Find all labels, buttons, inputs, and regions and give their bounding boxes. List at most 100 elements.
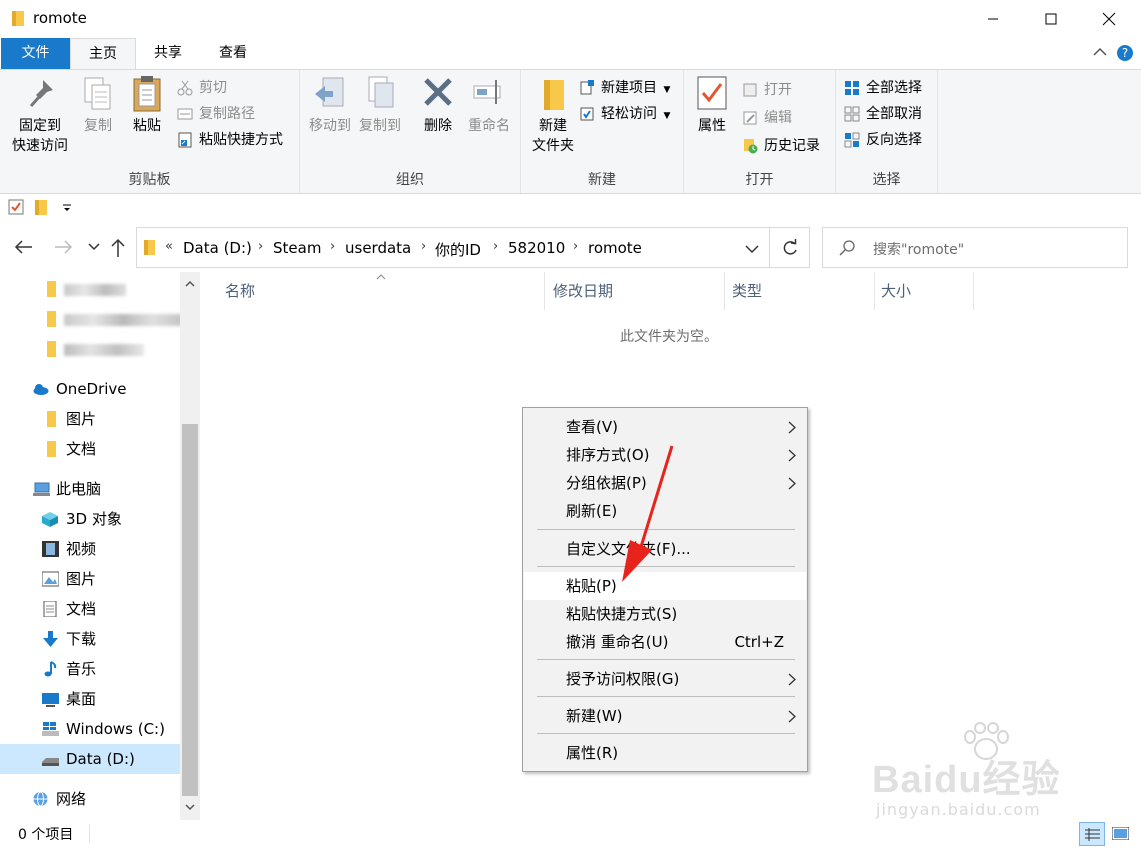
search-box[interactable]: 搜索"romote" — [822, 227, 1128, 268]
properties-button[interactable]: 属性 — [692, 74, 732, 136]
address-history-chevron-icon[interactable] — [745, 245, 759, 254]
details-view-button[interactable] — [1079, 822, 1105, 846]
breadcrumb-separator[interactable]: › — [330, 239, 335, 254]
sidebar-item-desktop[interactable]: 桌面 — [0, 684, 180, 714]
breadcrumb-userdata[interactable]: userdata — [345, 239, 411, 257]
breadcrumb-separator[interactable]: › — [493, 239, 498, 254]
paste-shortcut-button[interactable]: 粘贴快捷方式 — [177, 128, 283, 152]
minimize-button[interactable] — [970, 0, 1016, 38]
column-header-type[interactable]: 类型 — [719, 272, 875, 310]
sidebar-item-od-pictures[interactable]: 图片 — [0, 404, 180, 434]
history-button[interactable]: 历史记录 — [742, 134, 820, 158]
tab-share[interactable]: 共享 — [140, 38, 196, 69]
move-to-button[interactable]: 移动到 — [306, 74, 354, 136]
quick-access-item[interactable] — [0, 274, 180, 304]
sidebar-item-pictures[interactable]: 图片 — [0, 564, 180, 594]
sidebar-item-documents[interactable]: 文档 — [0, 594, 180, 624]
back-arrow-icon[interactable] — [14, 239, 34, 255]
sidebar-scrollbar[interactable] — [180, 272, 200, 820]
menu-item-new[interactable]: 新建(W) — [524, 702, 806, 730]
invert-selection-label: 反向选择 — [866, 132, 922, 148]
sidebar-item-od-documents[interactable]: 文档 — [0, 434, 180, 464]
collapse-ribbon-icon[interactable] — [1093, 47, 1107, 57]
breadcrumb-separator[interactable]: › — [258, 239, 263, 254]
sidebar-item-3d-objects[interactable]: 3D 对象 — [0, 504, 180, 534]
menu-item-view[interactable]: 查看(V) — [524, 413, 806, 441]
menu-separator — [537, 659, 795, 660]
breadcrumb-582010[interactable]: 582010 — [508, 239, 565, 257]
breadcrumb-separator[interactable]: › — [573, 239, 578, 254]
paste-shortcut-label: 粘贴快捷方式 — [199, 132, 283, 148]
copy-path-button[interactable]: 复制路径 — [177, 102, 255, 126]
delete-button[interactable]: 删除 — [418, 74, 458, 136]
pin-icon — [29, 80, 53, 107]
help-icon[interactable]: ? — [1116, 44, 1134, 62]
pin-quick-access-button[interactable]: 固定到 快速访问 — [8, 74, 72, 156]
blurred-label — [64, 314, 182, 326]
properties-qat-icon[interactable] — [8, 199, 24, 215]
breadcrumb-steam[interactable]: Steam — [273, 239, 321, 257]
select-all-button[interactable]: 全部选择 — [844, 76, 922, 100]
large-icons-view-icon — [1112, 827, 1129, 840]
select-group-label: 选择 — [872, 172, 901, 188]
scrollbar-thumb[interactable] — [182, 424, 198, 796]
copy-button[interactable]: 复制 — [78, 74, 118, 136]
sidebar-item-drive-d[interactable]: Data (D:) — [0, 744, 180, 774]
breadcrumb-romote[interactable]: romote — [588, 239, 642, 257]
new-folder-qat-icon[interactable] — [34, 199, 48, 216]
sidebar-item-this-pc[interactable]: 此电脑 — [0, 474, 180, 504]
invert-selection-button[interactable]: 反向选择 — [844, 128, 922, 152]
menu-item-properties[interactable]: 属性(R) — [524, 739, 806, 767]
sidebar-item-label: 下载 — [66, 630, 97, 648]
refresh-button[interactable] — [770, 227, 810, 268]
menu-item-undo-rename[interactable]: 撤消 重命名(U) Ctrl+Z — [524, 628, 806, 656]
tab-view[interactable]: 查看 — [205, 38, 261, 69]
sidebar-item-videos[interactable]: 视频 — [0, 534, 180, 564]
copy-to-button[interactable]: 复制到 — [356, 74, 404, 136]
cut-button[interactable]: 剪切 — [177, 76, 227, 100]
column-header-size[interactable]: 大小 — [868, 272, 974, 310]
rename-button[interactable]: 重命名 — [462, 74, 516, 136]
edit-button[interactable]: 编辑 — [742, 106, 792, 130]
maximize-button[interactable] — [1028, 0, 1074, 38]
close-button[interactable] — [1086, 0, 1132, 38]
sidebar-item-label: 图片 — [66, 410, 97, 428]
recent-locations-chevron-icon[interactable] — [88, 243, 100, 251]
scroll-up-icon[interactable] — [185, 280, 195, 287]
breadcrumb-your-id[interactable]: 你的ID — [435, 239, 481, 260]
sidebar-item-downloads[interactable]: 下载 — [0, 624, 180, 654]
edit-label: 编辑 — [764, 110, 792, 126]
sidebar-item-music[interactable]: 音乐 — [0, 654, 180, 684]
quick-access-item[interactable] — [0, 334, 180, 364]
organize-group: 移动到 复制到 删除 重命名 组织 — [300, 70, 521, 193]
paste-button[interactable]: 粘贴 — [127, 74, 167, 136]
sidebar-item-label: OneDrive — [56, 380, 127, 398]
up-arrow-icon[interactable] — [110, 238, 126, 258]
tab-file[interactable]: 文件 — [1, 38, 70, 69]
select-none-button[interactable]: 全部取消 — [844, 102, 922, 126]
column-header-modified[interactable]: 修改日期 — [540, 272, 725, 310]
breadcrumb-data-d[interactable]: Data (D:) — [183, 239, 252, 257]
open-button[interactable]: 打开 — [742, 78, 792, 102]
breadcrumb-separator[interactable]: › — [421, 239, 426, 254]
menu-item-paste-shortcut[interactable]: 粘贴快捷方式(S) — [524, 600, 806, 628]
move-to-label: 移动到 — [309, 118, 351, 134]
scroll-down-icon[interactable] — [185, 804, 195, 811]
breadcrumb-overflow[interactable]: « — [165, 239, 173, 254]
customize-qat-icon[interactable] — [62, 203, 72, 213]
quick-access-item[interactable] — [0, 304, 182, 334]
large-icons-view-button[interactable] — [1108, 822, 1134, 846]
menu-item-grant-access[interactable]: 授予访问权限(G) — [524, 665, 806, 693]
menu-item-label: 新建(W) — [566, 707, 623, 725]
forward-arrow-icon[interactable] — [53, 239, 73, 255]
sidebar-item-network[interactable]: 网络 — [0, 784, 180, 814]
tab-home[interactable]: 主页 — [70, 38, 136, 70]
address-bar[interactable]: « Data (D:) › Steam › userdata › 你的ID › … — [136, 227, 770, 268]
easy-access-button[interactable]: 轻松访问 ▼ — [579, 102, 670, 126]
new-folder-button[interactable]: 新建 文件夹 — [525, 74, 581, 156]
column-header-name[interactable]: 名称 — [212, 272, 545, 310]
folder-icon — [47, 281, 56, 297]
new-item-button[interactable]: 新建项目 ▼ — [579, 76, 670, 100]
sidebar-item-onedrive[interactable]: OneDrive — [0, 374, 180, 404]
sidebar-item-drive-c[interactable]: Windows (C:) — [0, 714, 180, 744]
